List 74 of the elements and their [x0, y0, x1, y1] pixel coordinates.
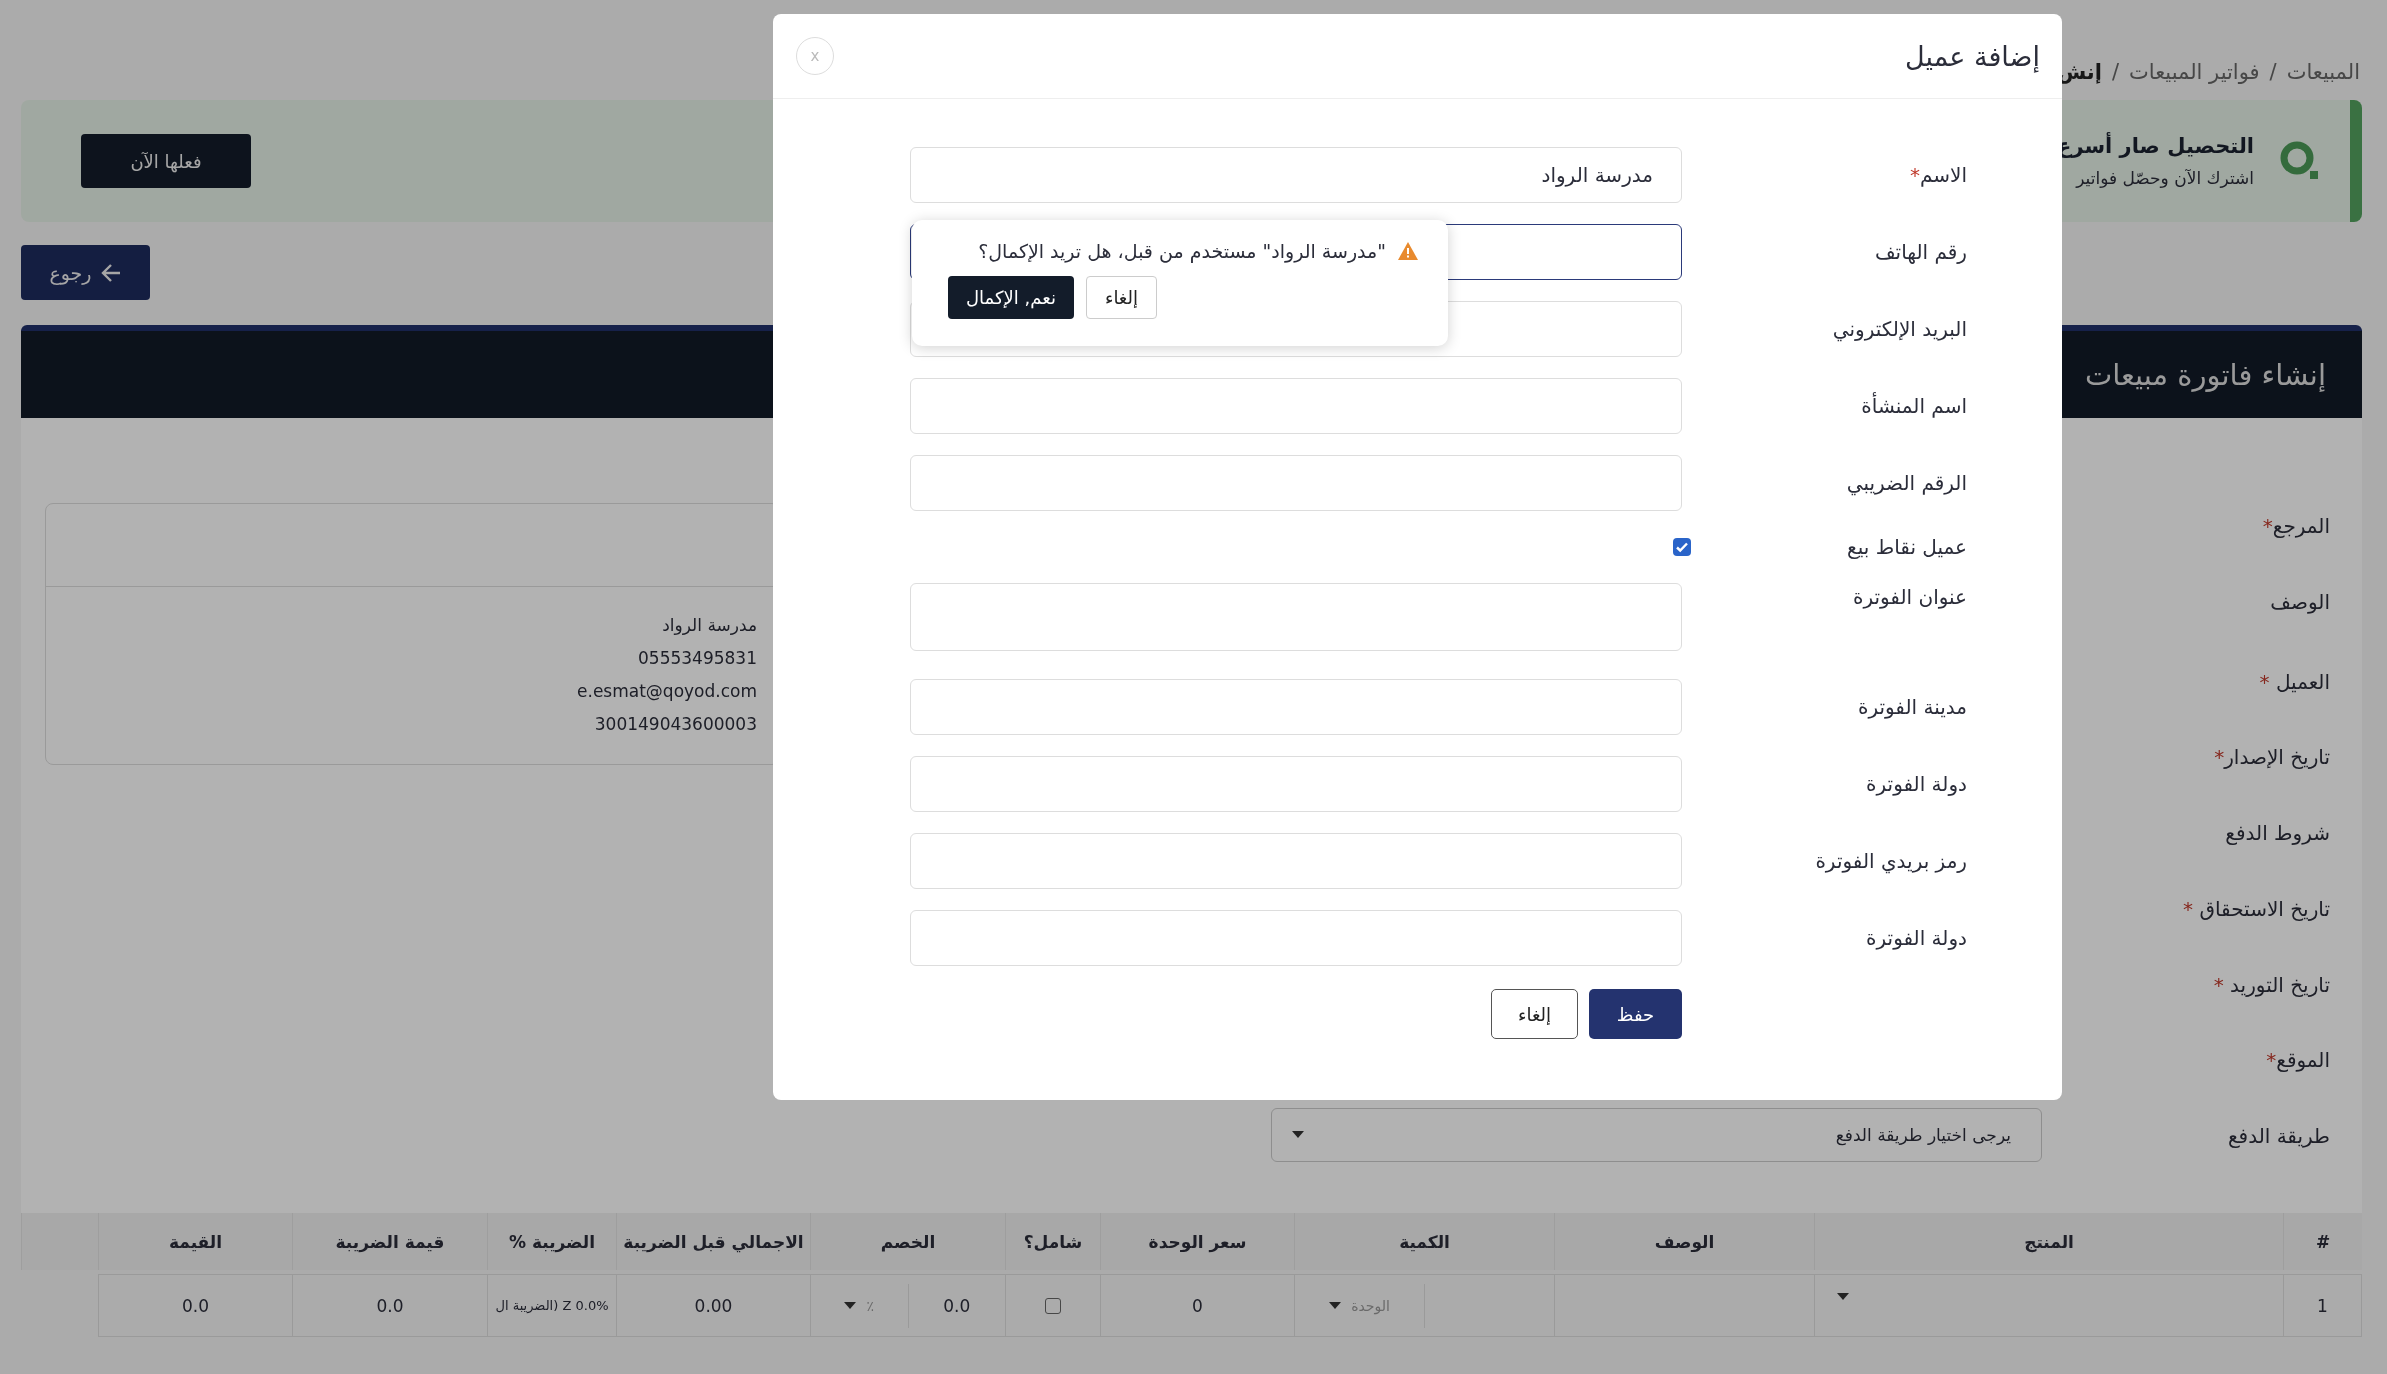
discount-field[interactable]: 0.0 [908, 1283, 1005, 1328]
column-header: الكمية [1294, 1213, 1554, 1270]
field-label: دولة الفوترة [1865, 926, 1968, 950]
text-field[interactable]: مدرسة الرواد [910, 147, 1682, 203]
field-label: عنوان الفوترة [1851, 584, 1968, 609]
table-cell: 0 [1100, 1274, 1294, 1337]
cancel-button[interactable]: إلغاء [1491, 989, 1578, 1039]
field-label: الموقع* [2266, 1048, 2330, 1073]
text-field[interactable] [910, 910, 1682, 966]
popover-message: "مدرسة الرواد" مستخدم من قبل، هل تريد الإكمال؟ [978, 240, 1386, 262]
customer-detail: 300149043600003 [594, 713, 757, 736]
field-label: الرقم الضريبي [1845, 471, 1968, 495]
field-label: دولة الفوترة [1865, 772, 1968, 796]
text-field[interactable] [910, 833, 1682, 889]
warning-icon [1398, 242, 1418, 260]
field-label: تاريخ الإصدار* [2214, 745, 2330, 770]
table-cell: 0.0 [98, 1274, 292, 1337]
logo-icon [2280, 141, 2320, 181]
cancel-button[interactable]: إلغاء [1085, 276, 1158, 319]
checkbox[interactable] [1045, 1297, 1061, 1314]
field-label: الوصف [2270, 589, 2330, 614]
table-cell: 0.00 [616, 1274, 810, 1337]
field-label: المرجع* [2262, 514, 2330, 538]
text-field[interactable] [910, 679, 1682, 735]
dialog-title: إضافة عميل [1905, 40, 2040, 72]
column-header: قيمة الضريبة [292, 1213, 487, 1270]
text-field[interactable] [910, 455, 1682, 511]
field-label: رمز بريدي الفوترة [1814, 849, 1968, 873]
breadcrumb-item[interactable]: فواتير المبيعات [2129, 60, 2260, 84]
column-header: الخصم [810, 1213, 1005, 1270]
field-label: تاريخ التوريد * [2213, 972, 2330, 997]
field-label: طريقة الدفع [2227, 1124, 2330, 1149]
column-header: سعر الوحدة [1100, 1213, 1294, 1270]
page-title: إنشاء فاتورة مبيعات [2084, 357, 2326, 392]
column-header: الوصف [1554, 1213, 1814, 1270]
back-button[interactable]: رجوع [21, 245, 150, 300]
product-select[interactable] [1814, 1274, 2283, 1337]
checkbox[interactable] [1673, 538, 1691, 556]
breadcrumb-item[interactable]: المبيعات [2286, 60, 2360, 84]
breadcrumb-separator: / [2269, 60, 2277, 84]
breadcrumb-separator: / [2111, 60, 2120, 84]
column-header: الاجمالي قبل الضريبة [616, 1213, 810, 1270]
caret-icon [1329, 1301, 1342, 1310]
field-label: تاريخ الاستحقاق * [2183, 896, 2330, 921]
payment-select[interactable]: يرجى اختيار طريقة الدفع [1271, 1108, 2042, 1162]
customer-detail: e.esmat@qoyod.com [577, 680, 757, 703]
arrow-icon [99, 262, 122, 283]
table-cell: 1 [2283, 1274, 2362, 1337]
caret-icon [844, 1301, 857, 1310]
text-field[interactable] [910, 756, 1682, 812]
caret-icon [1292, 1131, 1304, 1139]
activate-button[interactable]: فعلها الآن [81, 134, 251, 188]
column-header: # [2283, 1213, 2362, 1270]
caret-icon [1837, 1293, 1849, 1301]
column-header: شامل؟ [1005, 1213, 1100, 1270]
customer-detail: مدرسة الرواد [662, 614, 757, 637]
confirm-button[interactable]: نعم, الإكمال [948, 276, 1074, 319]
field-label: شروط الدفع [2225, 821, 2330, 846]
field-label: عميل نقاط بيع [1846, 535, 1968, 559]
customer-detail: 05553495831 [638, 647, 757, 670]
save-button[interactable]: حفظ [1589, 989, 1682, 1039]
table-cell: 0.0 [292, 1274, 487, 1337]
banner-subtitle: اشترك الآن وحصّل فواتير [2074, 168, 2254, 188]
field-label: البريد الإلكتروني [1831, 317, 1968, 341]
text-field[interactable] [910, 378, 1682, 434]
column-header: القيمة [98, 1213, 292, 1270]
field-label: اسم المنشأة [1860, 394, 1968, 418]
field-label: رقم الهاتف [1873, 240, 1968, 264]
column-header: الضريبة % [487, 1213, 616, 1270]
field-label: العميل * [2259, 669, 2330, 694]
field-label: مدينة الفوترة [1856, 695, 1968, 719]
field-label: الاسم* [1908, 163, 1968, 187]
column-header: المنتج [1814, 1213, 2283, 1270]
text-area[interactable] [910, 583, 1682, 651]
